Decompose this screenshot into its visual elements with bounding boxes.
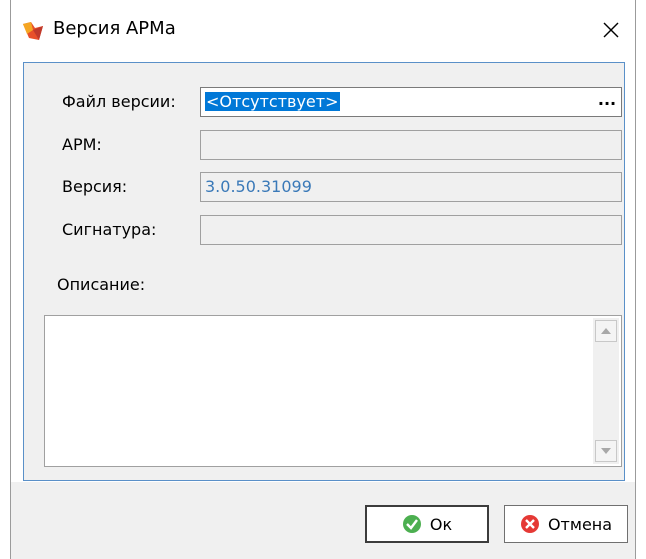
close-icon — [603, 22, 619, 38]
description-memo[interactable] — [44, 315, 622, 467]
arrow-down-icon — [601, 448, 611, 454]
close-button[interactable] — [589, 10, 633, 50]
cancel-button[interactable]: Отмена — [504, 505, 628, 543]
version-value: 3.0.50.31099 — [205, 177, 312, 196]
ok-label: Ок — [429, 514, 453, 534]
file-version-field[interactable]: <Отсутствует> ... — [200, 87, 622, 117]
title-bar[interactable]: Версия АРМа — [11, 0, 635, 60]
version-label: Версия: — [62, 177, 128, 196]
app-icon — [23, 22, 43, 40]
description-label: Описание: — [57, 275, 146, 294]
ok-button[interactable]: Ок — [365, 505, 489, 543]
arrow-up-icon — [601, 328, 611, 334]
cross-icon — [520, 515, 539, 533]
arm-label: АРМ: — [62, 135, 102, 154]
browse-button[interactable]: ... — [595, 90, 619, 114]
scroll-up-button[interactable] — [595, 320, 617, 342]
vertical-scrollbar[interactable] — [593, 318, 619, 464]
signature-field[interactable] — [200, 215, 622, 245]
window-title: Версия АРМа — [53, 18, 176, 39]
signature-label: Сигнатура: — [62, 220, 157, 239]
cancel-label: Отмена — [547, 514, 613, 534]
version-field[interactable]: 3.0.50.31099 — [200, 172, 622, 202]
form-panel: Файл версии: <Отсутствует> ... АРМ: Верс… — [23, 62, 625, 481]
dialog-window: Версия АРМа Файл версии: <Отсутствует> .… — [10, 0, 636, 559]
scroll-down-button[interactable] — [595, 440, 617, 462]
button-bar: Ок Отмена — [11, 482, 635, 559]
arm-field[interactable] — [200, 130, 622, 160]
file-version-label: Файл версии: — [62, 92, 176, 111]
checkmark-icon — [402, 515, 421, 533]
file-version-value: <Отсутствует> — [205, 92, 340, 111]
